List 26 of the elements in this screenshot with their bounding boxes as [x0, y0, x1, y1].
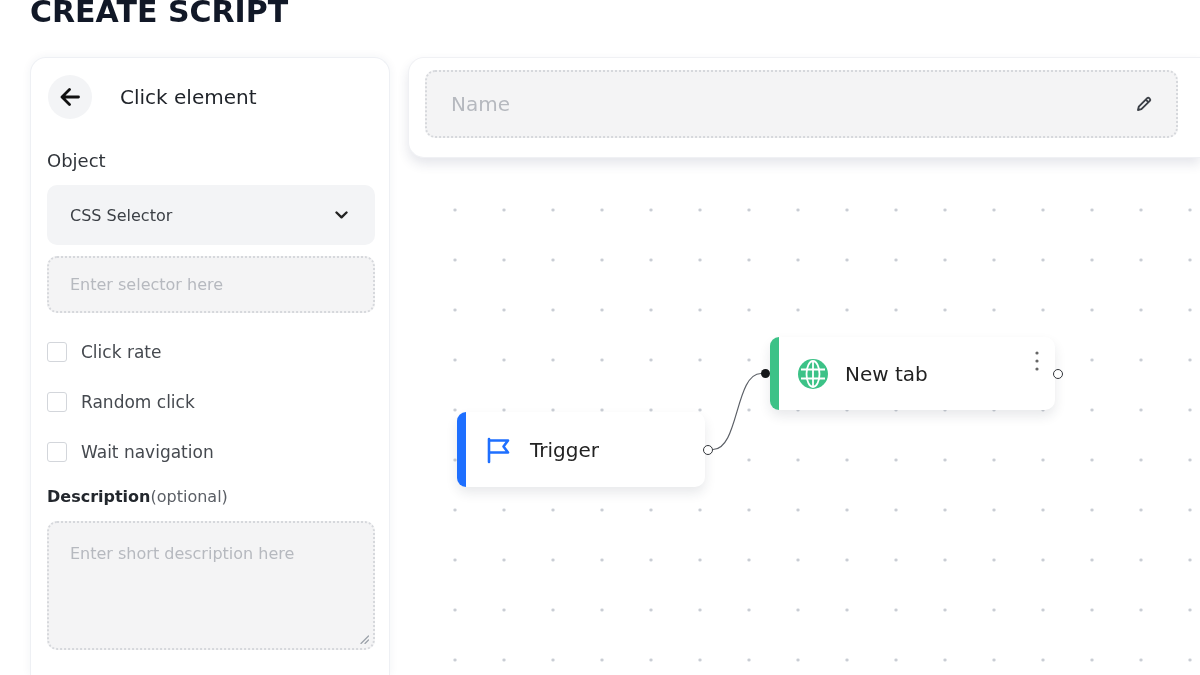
more-vertical-icon[interactable]	[1035, 351, 1039, 371]
checkbox[interactable]	[47, 342, 67, 362]
checkbox[interactable]	[47, 392, 67, 412]
checkbox-label: Wait navigation	[81, 441, 214, 463]
output-handle[interactable]	[1053, 368, 1063, 379]
resize-grip-icon[interactable]	[360, 635, 369, 644]
checkbox-label: Random click	[81, 391, 195, 413]
globe-icon	[798, 358, 828, 389]
description-textarea[interactable]: Enter short description here	[47, 521, 375, 650]
checkbox[interactable]	[47, 442, 67, 462]
output-handle[interactable]	[703, 444, 713, 455]
chevron-down-icon	[335, 211, 348, 219]
node-label: Trigger	[530, 437, 599, 462]
description-label: Description(optional)	[47, 486, 228, 508]
object-select[interactable]: CSS Selector	[47, 185, 375, 245]
page-title: CREATE SCRIPT	[30, 0, 289, 24]
selector-input[interactable]: Enter selector here	[47, 256, 375, 313]
back-arrow-icon	[60, 88, 80, 106]
pencil-icon[interactable]	[1135, 95, 1153, 113]
node-label: New tab	[845, 361, 928, 386]
field-label: Object	[47, 149, 106, 173]
panel-title: Click element	[120, 85, 257, 109]
name-input[interactable]: Name	[425, 70, 1178, 138]
back-button[interactable]	[48, 75, 92, 119]
checkbox-label: Click rate	[81, 341, 162, 363]
input-handle[interactable]	[761, 369, 770, 378]
